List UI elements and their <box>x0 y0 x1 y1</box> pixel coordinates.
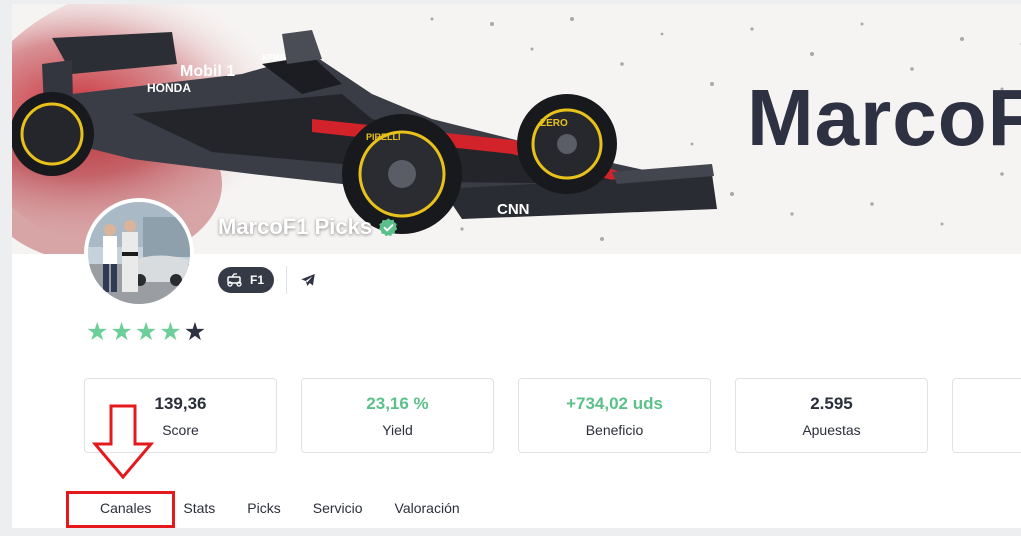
profile-name-text: MarcoF1 Picks <box>218 214 373 239</box>
stat-partial: 4 V <box>952 378 1021 453</box>
banner-title: MarcoF1 <box>747 73 1021 162</box>
tab-valoracion[interactable]: Valoración <box>379 500 476 516</box>
sponsor-mobil: Mobil 1 <box>180 63 235 80</box>
annotation-highlight-box <box>66 491 175 528</box>
star-icon: ★ <box>86 318 109 346</box>
avatar <box>84 198 194 308</box>
stat-value: +734,02 uds <box>566 393 663 413</box>
tab-picks[interactable]: Picks <box>231 500 296 516</box>
telegram-icon[interactable] <box>299 271 317 289</box>
annotation-arrow-icon <box>92 404 154 480</box>
sport-tag-label: F1 <box>250 273 265 287</box>
profile-tags: F1 <box>218 266 317 294</box>
stat-yield: 23,16 % Yield <box>301 378 494 453</box>
tipster-profile-card: Mobil 1 HONDA CNN ZERO PIRELLI KPMG Marc… <box>12 4 1021 528</box>
stat-label: Score <box>162 421 199 438</box>
stat-bets: 2.595 Apuestas <box>735 378 928 453</box>
rating-stars: ★ ★ ★ ★ ★ <box>86 320 206 345</box>
f1-car-icon <box>227 273 242 287</box>
verified-badge-icon <box>378 217 398 236</box>
stat-label: Beneficio <box>585 421 644 438</box>
star-icon: ★ <box>110 318 133 346</box>
stat-value: 23,16 % <box>366 393 429 413</box>
tab-stats[interactable]: Stats <box>167 500 231 516</box>
tag-divider <box>286 266 288 294</box>
stat-profit: +734,02 uds Beneficio <box>518 378 711 453</box>
sponsor-cnn: CNN <box>497 201 530 218</box>
star-icon: ★ <box>159 318 182 346</box>
tyre-label: ZERO <box>540 118 568 129</box>
stat-label: Apuestas <box>802 421 861 438</box>
stat-label: Yield <box>382 421 413 438</box>
profile-name: MarcoF1 Picks <box>218 214 399 240</box>
sponsor-kpmg: KPMG <box>262 53 286 62</box>
star-icon: ★ <box>134 318 158 346</box>
stat-value: 139,36 <box>154 393 207 413</box>
stats-row: 139,36 Score 23,16 % Yield +734,02 uds B… <box>84 378 1021 453</box>
sport-tag[interactable]: F1 <box>218 267 275 293</box>
avatar-photo <box>88 202 190 304</box>
tab-servicio[interactable]: Servicio <box>297 500 379 516</box>
stat-value: 2.595 <box>810 393 853 413</box>
sponsor-honda: HONDA <box>147 81 191 95</box>
star-icon: ★ <box>183 318 207 346</box>
tyre-brand: PIRELLI <box>366 132 401 142</box>
